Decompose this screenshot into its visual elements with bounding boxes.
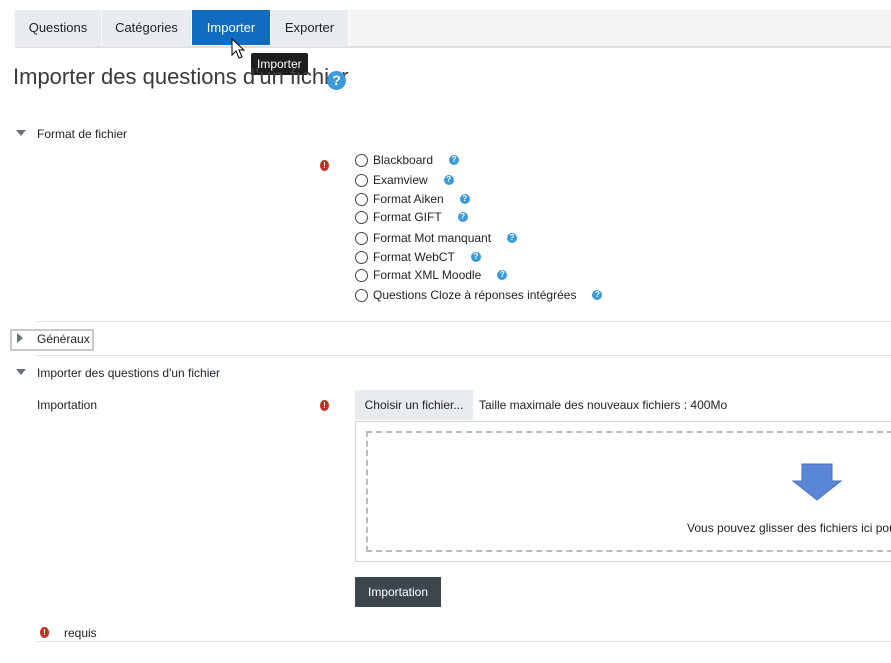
drop-hint: Vous pouvez glisser des fichiers ici pou… xyxy=(687,521,891,535)
radio-button[interactable] xyxy=(355,231,368,245)
format-option[interactable]: Format Mot manquant ? xyxy=(355,229,518,247)
help-icon[interactable]: ? xyxy=(457,212,468,222)
help-icon[interactable]: ? xyxy=(592,290,603,300)
help-icon[interactable]: ? xyxy=(327,71,346,90)
drop-arrow-icon xyxy=(792,463,842,501)
format-option[interactable]: Questions Cloze à réponses intégrées ? xyxy=(355,286,603,304)
radio-button[interactable] xyxy=(355,268,368,282)
radio-button[interactable] xyxy=(355,250,368,264)
required-icon: ! xyxy=(320,400,329,411)
help-icon[interactable]: ? xyxy=(459,194,470,204)
format-option-label: Format WebCT xyxy=(373,250,455,264)
help-icon[interactable]: ? xyxy=(443,175,454,185)
format-option[interactable]: Format GIFT ? xyxy=(355,208,468,226)
help-icon[interactable]: ? xyxy=(449,155,460,165)
divider xyxy=(37,355,891,356)
divider xyxy=(37,641,891,642)
radio-button[interactable] xyxy=(355,288,368,302)
max-file-size: Taille maximale des nouveaux fichiers : … xyxy=(479,398,728,412)
collapse-down-icon[interactable] xyxy=(16,369,26,375)
required-icon: ! xyxy=(40,627,49,638)
required-note: requis xyxy=(64,626,97,640)
tab-categories[interactable]: Catégories xyxy=(102,10,192,45)
radio-button[interactable] xyxy=(355,192,368,206)
section-format-title[interactable]: Format de fichier xyxy=(37,127,127,141)
format-option-label: Examview xyxy=(373,173,428,187)
tab-bar: Questions Catégories Importer Exporter xyxy=(15,10,891,48)
mouse-cursor-icon xyxy=(231,38,246,59)
format-option-label: Format XML Moodle xyxy=(373,268,482,282)
collapse-down-icon[interactable] xyxy=(16,130,26,136)
help-icon[interactable]: ? xyxy=(507,233,518,243)
format-option-label: Format Aiken xyxy=(373,192,444,206)
format-option[interactable]: Examview ? xyxy=(355,171,454,189)
radio-button[interactable] xyxy=(355,210,368,224)
help-icon[interactable]: ? xyxy=(497,270,508,280)
section-import-title[interactable]: Importer des questions d'un fichier xyxy=(37,366,220,380)
format-option-label: Format Mot manquant xyxy=(373,231,492,245)
choose-file-button[interactable]: Choisir un fichier... xyxy=(355,390,473,420)
section-general-title[interactable]: Généraux xyxy=(37,332,90,346)
import-field-label: Importation xyxy=(37,398,98,412)
page-title: Importer des questions d'un fichier xyxy=(13,64,349,89)
required-icon: ! xyxy=(320,160,329,171)
tab-questions[interactable]: Questions xyxy=(15,10,102,45)
collapse-right-icon[interactable] xyxy=(17,333,23,343)
import-submit-button[interactable]: Importation xyxy=(355,577,441,607)
tab-export[interactable]: Exporter xyxy=(271,10,349,45)
divider xyxy=(37,321,891,322)
format-option-label: Blackboard xyxy=(373,153,434,167)
format-option[interactable]: Format XML Moodle ? xyxy=(355,266,508,284)
format-option-label: Questions Cloze à réponses intégrées xyxy=(373,288,577,302)
radio-button[interactable] xyxy=(355,173,368,187)
format-option[interactable]: Format Aiken ? xyxy=(355,190,470,208)
help-icon[interactable]: ? xyxy=(470,252,481,262)
format-option[interactable]: Blackboard ? xyxy=(355,151,460,169)
radio-button[interactable] xyxy=(355,153,368,167)
format-option[interactable]: Format WebCT ? xyxy=(355,248,481,266)
format-option-label: Format GIFT xyxy=(373,210,442,224)
